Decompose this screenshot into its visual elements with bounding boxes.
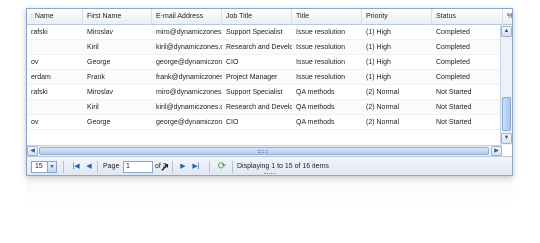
cell-last-name: erdam [31, 74, 51, 81]
cell-status: Completed [436, 59, 470, 66]
page-size-select[interactable]: 15 ▼ [31, 161, 57, 173]
cell-status: Completed [436, 74, 470, 81]
cell-status: Not Started [436, 104, 472, 111]
cell-email: frank@dynamiczones. [156, 74, 222, 81]
cell-last-name [27, 40, 83, 55]
display-info: Displaying 1 to 15 of 16 items [237, 163, 329, 170]
cell-email: miro@dynamiczones.c [156, 29, 222, 36]
table-row[interactable]: ov George george@dynamiczone CIO Issue r… [27, 55, 502, 70]
cell-job-title: Research and Develop [226, 104, 292, 111]
cell-email: miro@dynamiczones.c [156, 89, 222, 96]
cell-job-title: CIO [226, 59, 239, 66]
page-size-value: 15 [35, 163, 43, 170]
chevron-down-icon[interactable]: ▼ [47, 162, 56, 172]
cell-job-title: Project Manager [226, 74, 278, 81]
cell-first-name: Miroslav [87, 29, 114, 36]
cell-title: Issue resolution [296, 29, 346, 36]
cell-first-name: George [87, 59, 111, 66]
cell-last-name: ov [31, 59, 39, 66]
cell-last-name [27, 100, 83, 115]
cell-last-name: rafski [31, 29, 48, 36]
cell-title: QA methods [296, 119, 335, 126]
cell-title: QA methods [296, 89, 335, 96]
next-page-icon[interactable]: ▶ [178, 162, 188, 172]
vertical-scrollbar[interactable]: ▲ ▼ [500, 25, 512, 145]
cell-first-name: Kiril [87, 104, 99, 111]
table-row[interactable]: rafski Miroslav miro@dynamiczones.c Supp… [27, 25, 502, 40]
column-header-title[interactable]: Title [292, 9, 362, 25]
cell-first-name: Miroslav [87, 89, 114, 96]
cell-last-name: ov [31, 119, 39, 126]
column-header-job-title[interactable]: Job Title [222, 9, 292, 25]
cell-job-title: Support Specialist [226, 29, 283, 36]
cell-title: Issue resolution [296, 74, 346, 81]
cell-job-title: CIO [226, 119, 239, 126]
column-header-priority[interactable]: Priority [362, 9, 432, 25]
scroll-up-icon[interactable]: ▲ [501, 26, 512, 37]
prev-page-icon[interactable]: ◀ [84, 162, 94, 172]
cell-title: Issue resolution [296, 59, 346, 66]
cell-priority: (1) High [366, 74, 391, 81]
column-header-last-name[interactable]: : Name [27, 9, 83, 25]
table-row[interactable]: rafski Miroslav miro@dynamiczones.c Supp… [27, 85, 502, 100]
table-row[interactable]: erdam Frank frank@dynamiczones. Project … [27, 70, 502, 85]
column-header-email[interactable]: E-mail Address [152, 9, 222, 25]
cell-priority: (1) High [366, 29, 391, 36]
toolbar-separator [172, 161, 173, 173]
cell-email: kiril@dynamiczones.c [156, 104, 222, 111]
cell-priority: (2) Normal [366, 119, 400, 126]
column-header-first-name[interactable]: First Name [83, 9, 152, 25]
table-row[interactable]: Kiril kiril@dynamiczones.c Research and … [27, 40, 502, 55]
cell-email: george@dynamiczone [156, 119, 222, 126]
grid-body: rafski Miroslav miro@dynamiczones.c Supp… [27, 25, 502, 145]
cell-status: Not Started [436, 119, 472, 126]
scroll-down-icon[interactable]: ▼ [501, 133, 512, 144]
cell-email: kiril@dynamiczones.c [156, 44, 222, 51]
cell-priority: (1) High [366, 44, 391, 51]
cell-priority: (2) Normal [366, 104, 400, 111]
scroll-left-icon[interactable]: ◀ [27, 146, 38, 156]
toolbar-reflection [26, 178, 513, 218]
vertical-scroll-thumb[interactable] [502, 97, 511, 131]
table-row[interactable]: ov George george@dynamiczone CIO QA meth… [27, 115, 502, 130]
horizontal-scrollbar[interactable]: ◀ ▶ [27, 145, 502, 156]
cell-title: QA methods [296, 104, 335, 111]
column-header-percent[interactable]: % [503, 9, 512, 25]
column-header-status[interactable]: Status [432, 9, 503, 25]
cell-status: Completed [436, 29, 470, 36]
toolbar-separator [209, 161, 210, 173]
cell-priority: (2) Normal [366, 89, 400, 96]
cell-status: Not Started [436, 89, 472, 96]
first-page-icon[interactable]: |◀ [71, 162, 81, 172]
toolbar-separator [232, 161, 233, 173]
toolbar-separator [97, 161, 98, 173]
resize-grip-icon[interactable] [264, 173, 276, 175]
horizontal-scroll-thumb[interactable] [39, 147, 489, 155]
cell-job-title: Support Specialist [226, 89, 283, 96]
page-number-input[interactable]: 1 [123, 161, 153, 173]
pager-toolbar: 15 ▼ |◀ ◀ Page 1 of 2 ▶ ▶| ⟳ Displaying … [27, 156, 512, 175]
scroll-right-icon[interactable]: ▶ [491, 146, 502, 156]
page-label: Page [103, 163, 120, 170]
cell-email: george@dynamiczone [156, 59, 222, 66]
data-grid: : Name First Name E-mail Address Job Tit… [26, 8, 513, 176]
table-row[interactable]: Kiril kiril@dynamiczones.c Research and … [27, 100, 502, 115]
scroll-grip-icon [258, 150, 268, 153]
cell-title: Issue resolution [296, 44, 346, 51]
mouse-cursor-icon: ➚ [160, 160, 171, 174]
cell-first-name: Frank [87, 74, 105, 81]
cell-priority: (1) High [366, 59, 391, 66]
cell-first-name: George [87, 119, 111, 126]
cell-job-title: Research and Develop [226, 44, 292, 51]
refresh-icon[interactable]: ⟳ [216, 161, 228, 173]
cell-first-name: Kiril [87, 44, 99, 51]
grid-header: : Name First Name E-mail Address Job Tit… [27, 9, 512, 25]
cell-status: Completed [436, 44, 470, 51]
toolbar-separator [63, 161, 64, 173]
last-page-icon[interactable]: ▶| [191, 162, 201, 172]
cell-last-name: rafski [31, 89, 48, 96]
